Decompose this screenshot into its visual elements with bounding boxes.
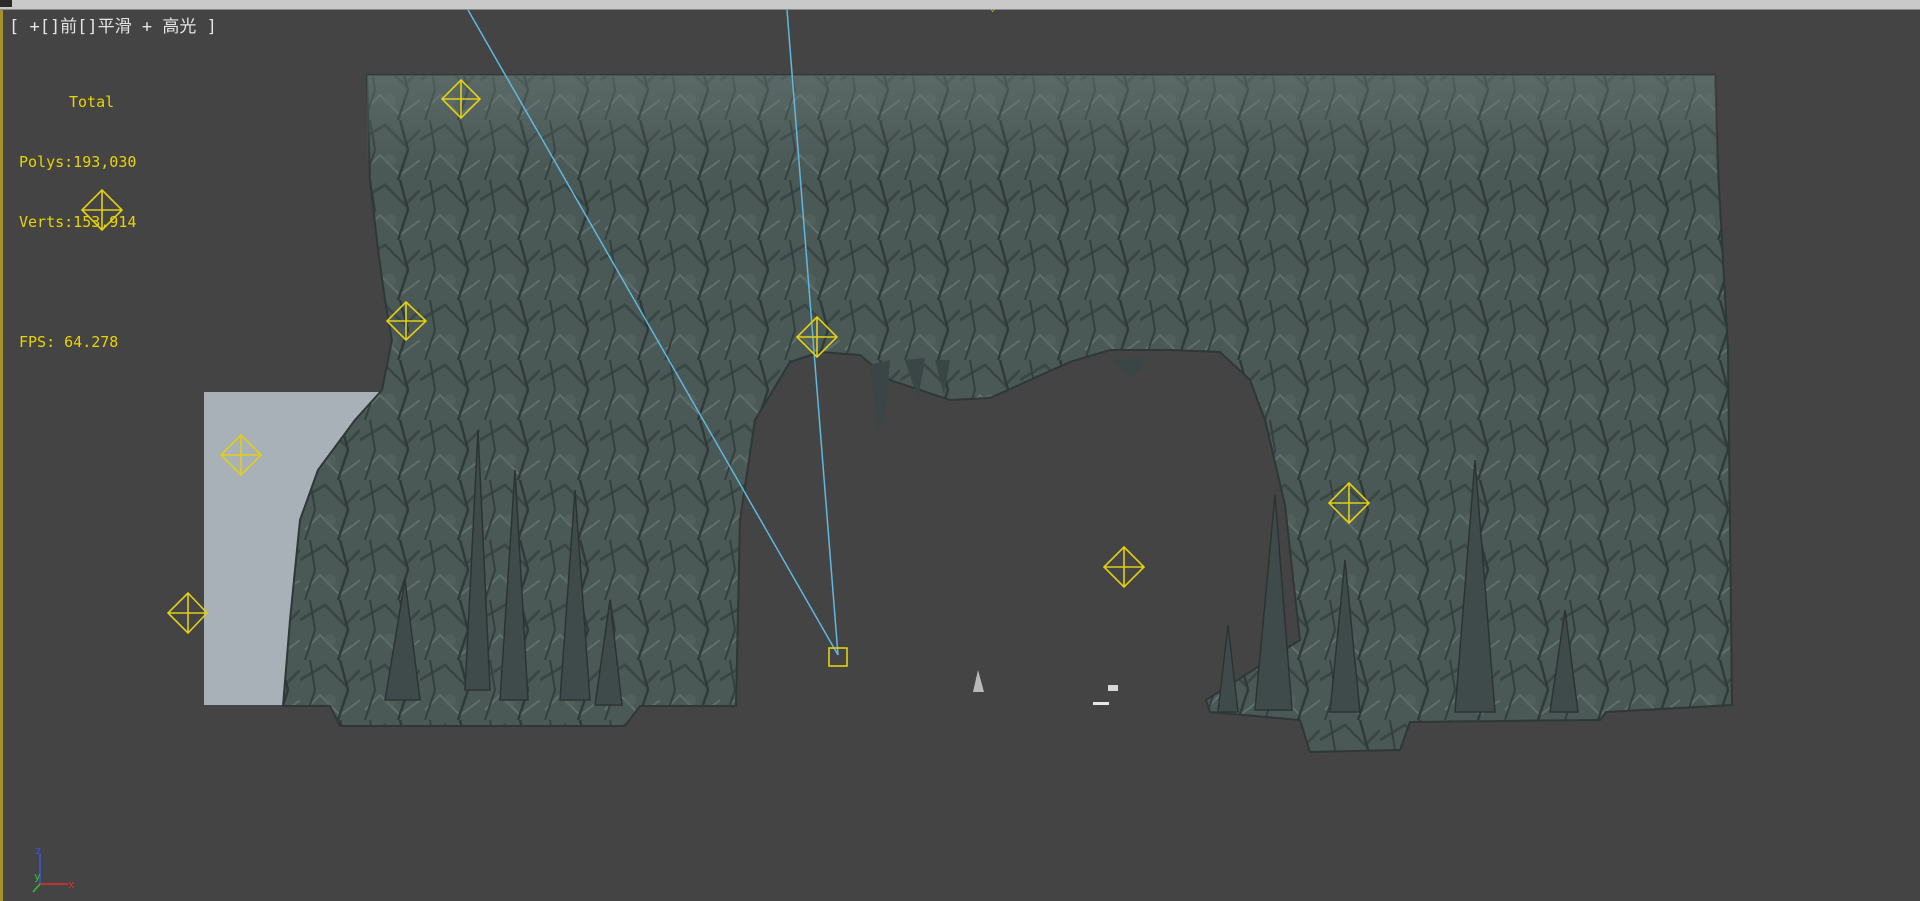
stats-verts: Verts:153,914 [19, 213, 137, 231]
cave-rock-highlight [367, 75, 1718, 168]
viewport-front[interactable]: ⌄ [+[]前[]平滑 + 高光] Total Polys:193,030 … [0, 0, 1920, 901]
stalactite [1115, 358, 1145, 378]
axis-gizmo-icon: z x y [32, 846, 75, 893]
axis-label-y: y [34, 870, 41, 883]
light-helper-icon[interactable] [166, 591, 209, 635]
axis-label-z: z [35, 846, 42, 857]
stats-polys: Polys:193,030 [19, 153, 137, 171]
scene-render[interactable] [0, 0, 1920, 901]
small-prop-box[interactable] [1108, 685, 1118, 691]
axis-label-x: x [68, 878, 75, 891]
stats-total-label: Total [69, 93, 115, 111]
viewport-label[interactable]: [ +[]前[]平滑 + 高光 ] [9, 12, 217, 37]
stats-fps: FPS: 64.278 [19, 333, 119, 351]
small-prop-debris[interactable] [1093, 702, 1109, 705]
scene-statistics: Total Polys:193,030 Verts:153,914 FPS: 6… [19, 52, 136, 392]
stalactite [870, 360, 890, 430]
small-prop-statue[interactable] [973, 670, 984, 692]
light-helper-icon[interactable] [1102, 545, 1146, 589]
cave-rock-mesh[interactable] [281, 74, 1734, 754]
